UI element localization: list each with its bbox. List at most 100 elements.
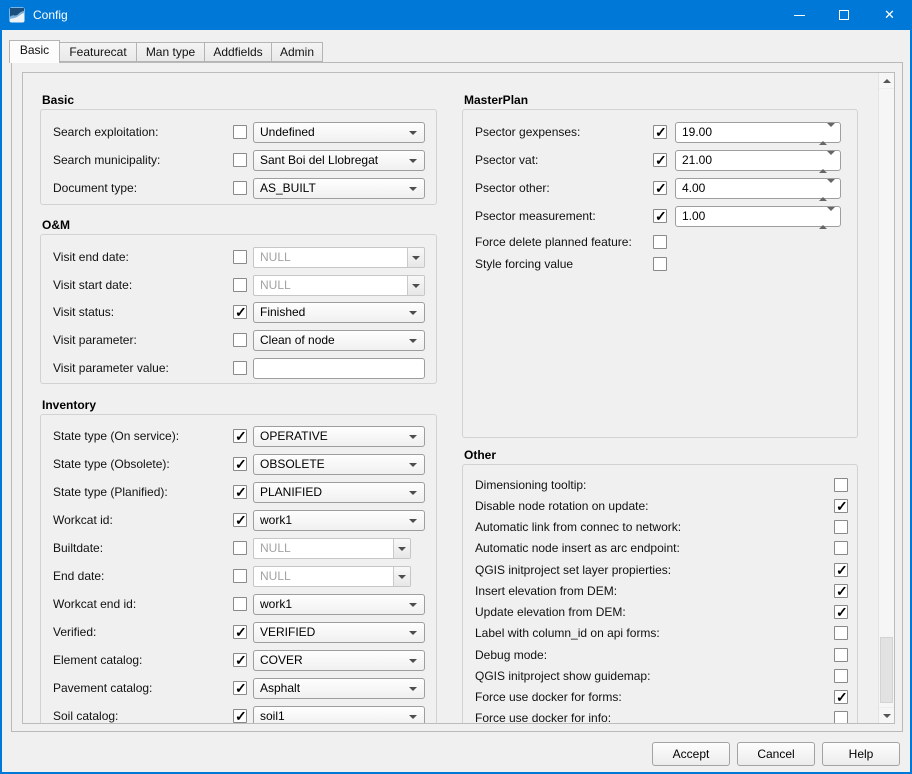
checkbox[interactable] bbox=[834, 605, 848, 619]
checkbox[interactable] bbox=[233, 125, 247, 139]
checkbox[interactable] bbox=[653, 235, 667, 249]
checkbox[interactable] bbox=[834, 499, 848, 513]
accept-button[interactable]: Accept bbox=[652, 742, 730, 766]
scroll-up-button[interactable] bbox=[879, 73, 895, 89]
checkbox[interactable] bbox=[233, 513, 247, 527]
spin-field[interactable]: 4.00 bbox=[675, 178, 841, 199]
checkbox[interactable] bbox=[834, 541, 848, 555]
text-field[interactable] bbox=[253, 358, 425, 379]
spin-up-icon[interactable] bbox=[819, 127, 827, 145]
checkbox[interactable] bbox=[653, 181, 667, 195]
checkbox[interactable] bbox=[834, 626, 848, 640]
checkbox[interactable] bbox=[233, 569, 247, 583]
checkbox[interactable] bbox=[233, 333, 247, 347]
spin-field[interactable]: 21.00 bbox=[675, 150, 841, 171]
dropdown-field[interactable]: PLANIFIED bbox=[253, 482, 425, 503]
form-row: Visit status: Finished bbox=[41, 302, 436, 323]
group-title: Basic bbox=[42, 93, 74, 107]
dropdown-field[interactable]: COVER bbox=[253, 650, 425, 671]
checkbox[interactable] bbox=[233, 625, 247, 639]
checkbox[interactable] bbox=[233, 681, 247, 695]
checkbox[interactable] bbox=[834, 669, 848, 683]
checkbox[interactable] bbox=[233, 429, 247, 443]
checkbox[interactable] bbox=[233, 250, 247, 264]
dropdown-button[interactable] bbox=[393, 567, 410, 586]
dropdown-button[interactable] bbox=[393, 539, 410, 558]
checkbox[interactable] bbox=[233, 709, 247, 723]
form-row: Force delete planned feature: bbox=[463, 232, 857, 253]
checkbox[interactable] bbox=[233, 278, 247, 292]
tab-man-type[interactable]: Man type bbox=[136, 42, 205, 62]
spin-down-icon[interactable] bbox=[827, 151, 835, 169]
dropdown-field[interactable]: AS_BUILT bbox=[253, 178, 425, 199]
spin-field[interactable]: 19.00 bbox=[675, 122, 841, 143]
checkbox[interactable] bbox=[834, 478, 848, 492]
checkbox[interactable] bbox=[233, 181, 247, 195]
vertical-scrollbar[interactable] bbox=[878, 73, 894, 723]
dropdown-button[interactable] bbox=[407, 276, 424, 295]
checkbox[interactable] bbox=[233, 541, 247, 555]
checkbox[interactable] bbox=[653, 257, 667, 271]
title-bar[interactable]: Config ✕ bbox=[0, 0, 912, 30]
checkbox[interactable] bbox=[233, 597, 247, 611]
chevron-down-icon bbox=[412, 256, 420, 260]
tab-admin[interactable]: Admin bbox=[271, 42, 323, 62]
checkbox[interactable] bbox=[233, 361, 247, 375]
chevron-down-icon bbox=[412, 284, 420, 288]
dropdown-field[interactable]: Asphalt bbox=[253, 678, 425, 699]
checkbox[interactable] bbox=[653, 125, 667, 139]
checkbox[interactable] bbox=[834, 711, 848, 724]
checkbox[interactable] bbox=[233, 457, 247, 471]
form-row: Debug mode: bbox=[463, 645, 857, 666]
minimize-button[interactable] bbox=[777, 0, 822, 30]
help-button[interactable]: Help bbox=[822, 742, 900, 766]
spin-up-icon[interactable] bbox=[819, 211, 827, 229]
dropdown-field[interactable]: Finished bbox=[253, 302, 425, 323]
chevron-down-icon bbox=[398, 547, 406, 551]
close-button[interactable]: ✕ bbox=[867, 0, 912, 30]
dropdown-field[interactable]: Clean of node bbox=[253, 330, 425, 351]
null-dropdown-field[interactable]: NULL bbox=[253, 275, 425, 296]
scrollbar-thumb[interactable] bbox=[880, 637, 893, 703]
checkbox[interactable] bbox=[233, 153, 247, 167]
spin-up-icon[interactable] bbox=[819, 183, 827, 201]
tab-addfields[interactable]: Addfields bbox=[204, 42, 272, 62]
dropdown-field[interactable]: work1 bbox=[253, 594, 425, 615]
form-row: End date: NULL bbox=[41, 566, 436, 587]
dropdown-field[interactable]: OPERATIVE bbox=[253, 426, 425, 447]
null-dropdown-field[interactable]: NULL bbox=[253, 247, 425, 268]
group-title: Other bbox=[464, 448, 496, 462]
spin-down-icon[interactable] bbox=[827, 123, 835, 141]
dropdown-field[interactable]: Sant Boi del Llobregat bbox=[253, 150, 425, 171]
spin-down-icon[interactable] bbox=[827, 207, 835, 225]
form-row: State type (Obsolete): OBSOLETE bbox=[41, 454, 436, 475]
spin-up-icon[interactable] bbox=[819, 155, 827, 173]
checkbox[interactable] bbox=[834, 648, 848, 662]
maximize-button[interactable] bbox=[822, 0, 867, 30]
checkbox[interactable] bbox=[834, 563, 848, 577]
scroll-down-button[interactable] bbox=[879, 707, 895, 723]
checkbox[interactable] bbox=[834, 690, 848, 704]
checkbox[interactable] bbox=[233, 485, 247, 499]
checkbox[interactable] bbox=[653, 153, 667, 167]
spin-field[interactable]: 1.00 bbox=[675, 206, 841, 227]
spin-down-icon[interactable] bbox=[827, 179, 835, 197]
checkbox[interactable] bbox=[834, 520, 848, 534]
dropdown-button[interactable] bbox=[407, 248, 424, 267]
group-basic: Basic Search exploitation: Undefined Sea… bbox=[40, 109, 437, 205]
cancel-button[interactable]: Cancel bbox=[737, 742, 815, 766]
checkbox[interactable] bbox=[233, 305, 247, 319]
dropdown-field[interactable]: VERIFIED bbox=[253, 622, 425, 643]
tab-featurecat[interactable]: Featurecat bbox=[59, 42, 137, 62]
dropdown-field[interactable]: work1 bbox=[253, 510, 425, 531]
dropdown-field[interactable]: Undefined bbox=[253, 122, 425, 143]
chevron-down-icon bbox=[409, 131, 417, 135]
null-dropdown-field[interactable]: NULL bbox=[253, 566, 411, 587]
dropdown-field[interactable]: soil1 bbox=[253, 706, 425, 724]
tab-basic[interactable]: Basic bbox=[9, 40, 60, 63]
checkbox[interactable] bbox=[834, 584, 848, 598]
dropdown-field[interactable]: OBSOLETE bbox=[253, 454, 425, 475]
checkbox[interactable] bbox=[233, 653, 247, 667]
checkbox[interactable] bbox=[653, 209, 667, 223]
null-dropdown-field[interactable]: NULL bbox=[253, 538, 411, 559]
